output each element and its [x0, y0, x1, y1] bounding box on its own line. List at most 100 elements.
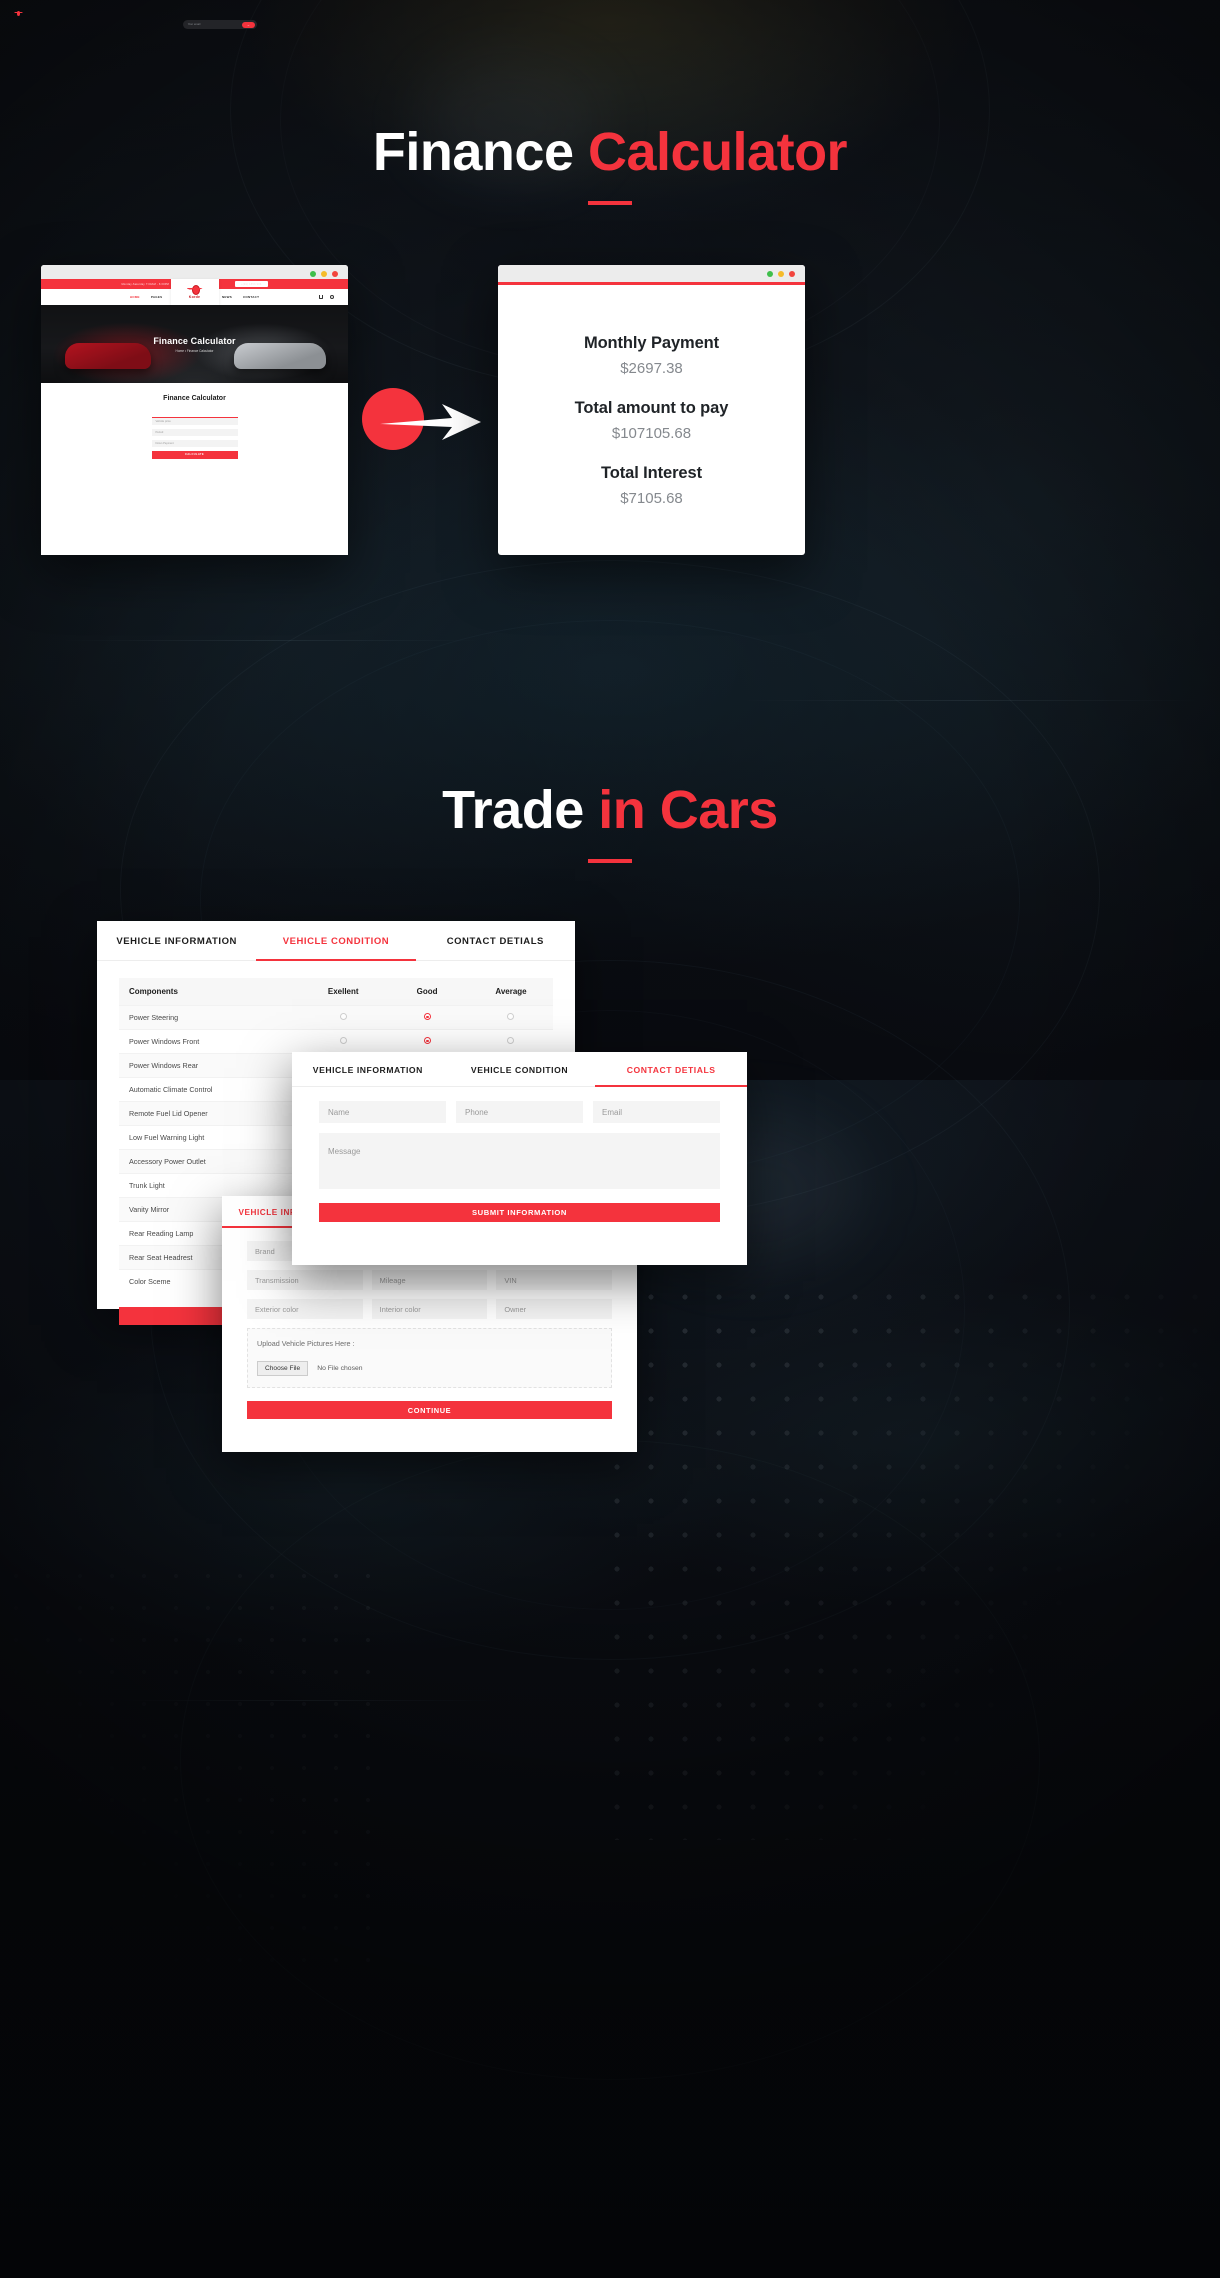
- trade-section-title: Trade in Cars: [0, 783, 1220, 863]
- tab-contact-details[interactable]: CONTACT DETIALS: [595, 1052, 747, 1087]
- vehicle-continue-label: CONTINUE: [407, 1405, 452, 1415]
- hero-title: Finance Calculator: [153, 335, 236, 346]
- submit-information-button[interactable]: SUBMIT INFORMATION: [319, 1203, 720, 1222]
- breadcrumb: Home • Finance Calculator: [175, 348, 214, 353]
- period-input[interactable]: Period: [151, 429, 238, 436]
- trade-title-main: Trade: [442, 780, 584, 840]
- trade-title-accent: in Cars: [598, 780, 778, 840]
- condition-cell-good: [385, 1006, 469, 1029]
- radio-exellent[interactable]: [339, 1013, 347, 1020]
- maximize-dot-icon[interactable]: [321, 270, 327, 277]
- vehicle-form-row: Transmission Mileage VIN: [247, 1270, 613, 1290]
- condition-cell-exellent: [301, 1006, 385, 1029]
- wing-emblem-icon: [187, 285, 203, 295]
- mileage-placeholder: Mileage: [379, 1275, 406, 1285]
- minimize-dot-icon[interactable]: [310, 270, 316, 277]
- arrow-right-icon: [380, 404, 481, 440]
- nav-item-contact[interactable]: CONTACT: [243, 295, 259, 299]
- phone-input[interactable]: Phone: [456, 1101, 583, 1123]
- owner-input[interactable]: Owner: [496, 1299, 613, 1319]
- finance-form-section: Finance Calculator Vehicle price Period …: [41, 383, 348, 459]
- contact-panel-tabs: VEHICLE INFORMATION VEHICLE CONDITION CO…: [292, 1052, 747, 1087]
- condition-panel-tabs: VEHICLE INFORMATION VEHICLE CONDITION CO…: [97, 921, 575, 961]
- site-logo[interactable]: Korde: [170, 279, 219, 305]
- result-total-interest: Total Interest $7105.68: [601, 464, 702, 507]
- tab-vehicle-condition[interactable]: VEHICLE CONDITION: [444, 1052, 596, 1086]
- page-hero-banner: Finance Calculator Home • Finance Calcul…: [41, 305, 348, 383]
- message-textarea[interactable]: Message: [319, 1133, 720, 1189]
- exterior-color-input[interactable]: Exterior color: [247, 1299, 363, 1319]
- mileage-input[interactable]: Mileage: [371, 1270, 488, 1290]
- owner-placeholder: Owner: [504, 1304, 527, 1314]
- phone-badge[interactable]: +(91) 1856 906: [235, 280, 268, 288]
- result-label: Total Interest: [601, 463, 702, 482]
- browser-chrome: [41, 265, 348, 279]
- tab-vehicle-condition[interactable]: VEHICLE CONDITION: [256, 921, 416, 961]
- subscribe-input[interactable]: Your email →: [182, 20, 257, 29]
- column-header-good: Good: [416, 987, 438, 996]
- window-controls: [310, 270, 338, 277]
- nav-item-news[interactable]: NEWS: [222, 295, 232, 299]
- tab-vehicle-information[interactable]: VEHICLE INFORMATION: [97, 921, 256, 960]
- vehicle-continue-button[interactable]: CONTINUE: [247, 1401, 612, 1419]
- name-placeholder: Name: [328, 1107, 350, 1117]
- down-payment-input[interactable]: Down Payment: [151, 440, 238, 447]
- transmission-placeholder: Transmission: [255, 1275, 299, 1285]
- radio-good[interactable]: [423, 1013, 431, 1020]
- result-label: Total amount to pay: [574, 398, 729, 417]
- component-name: Automatic Climate Control: [129, 1085, 213, 1094]
- result-value: $7105.68: [620, 489, 683, 507]
- wing-emblem-icon: [14, 10, 23, 16]
- results-body: Monthly Payment $2697.38 Total amount to…: [498, 285, 805, 555]
- contact-form: Name Phone Email Message SUBMIT INFORMAT…: [292, 1087, 747, 1222]
- result-total-amount: Total amount to pay $107105.68: [575, 399, 729, 442]
- window-controls: [767, 270, 795, 277]
- tab-vehicle-information[interactable]: VEHICLE INFORMATION: [292, 1052, 444, 1086]
- radio-average[interactable]: [507, 1037, 515, 1044]
- choose-file-button[interactable]: Choose File: [257, 1361, 309, 1376]
- radio-good[interactable]: [423, 1037, 431, 1044]
- close-dot-icon[interactable]: [332, 270, 338, 277]
- component-name: Power Windows Front: [129, 1037, 200, 1046]
- component-name: Trunk Light: [129, 1181, 165, 1190]
- interior-color-input[interactable]: Interior color: [371, 1299, 488, 1319]
- component-name: Power Windows Rear: [129, 1061, 199, 1070]
- table-row: Power Steering: [119, 1005, 553, 1029]
- logo-text: Korde: [188, 295, 201, 299]
- interior-color-placeholder: Interior color: [379, 1304, 421, 1314]
- name-input[interactable]: Name: [319, 1101, 446, 1123]
- vehicle-price-placeholder: Vehicle price: [155, 420, 171, 423]
- calculate-button[interactable]: CALCULATE: [151, 451, 238, 459]
- email-placeholder: Email: [602, 1107, 623, 1117]
- finance-calculator-form: Vehicle price Period Down Payment CALCUL…: [151, 402, 238, 459]
- cart-icon[interactable]: [319, 295, 323, 299]
- vin-placeholder: VIN: [504, 1275, 517, 1285]
- result-value: $107105.68: [611, 424, 692, 442]
- period-placeholder: Period: [155, 431, 164, 434]
- contact-form-row: Name Phone Email: [319, 1101, 720, 1123]
- title-underline: [588, 859, 632, 863]
- vehicle-price-input[interactable]: Vehicle price: [151, 418, 238, 425]
- close-dot-icon[interactable]: [789, 270, 795, 277]
- maximize-dot-icon[interactable]: [778, 270, 784, 277]
- vehicle-picture-upload: Upload Vehicle Pictures Here : Choose Fi…: [247, 1328, 612, 1388]
- vin-input[interactable]: VIN: [496, 1270, 613, 1290]
- nav-item-pages[interactable]: PAGES: [151, 295, 163, 299]
- radio-average[interactable]: [507, 1013, 515, 1020]
- finance-title-main: Finance: [372, 122, 574, 182]
- nav-item-home[interactable]: HOME: [130, 295, 140, 299]
- transmission-input[interactable]: Transmission: [247, 1270, 363, 1290]
- red-arrow-badge: [362, 388, 482, 450]
- subscribe-submit-button[interactable]: →: [241, 21, 255, 28]
- radio-exellent[interactable]: [339, 1037, 347, 1044]
- file-picker: Choose File No File chosen: [257, 1361, 602, 1376]
- minimize-dot-icon[interactable]: [767, 270, 773, 277]
- email-input[interactable]: Email: [593, 1101, 720, 1123]
- calculate-button-label: CALCULATE: [185, 453, 204, 457]
- table-header-row: Components Exellent Good Average: [119, 978, 553, 1005]
- search-icon[interactable]: [330, 295, 334, 299]
- phone-placeholder: Phone: [465, 1107, 489, 1117]
- tab-contact-details[interactable]: CONTACT DETIALS: [416, 921, 575, 960]
- table-row: Power Windows Front: [119, 1029, 553, 1053]
- finance-page-browser-mockup: Monday-Saturday 7:00AM - 6:00PM 158 Roos…: [41, 265, 348, 555]
